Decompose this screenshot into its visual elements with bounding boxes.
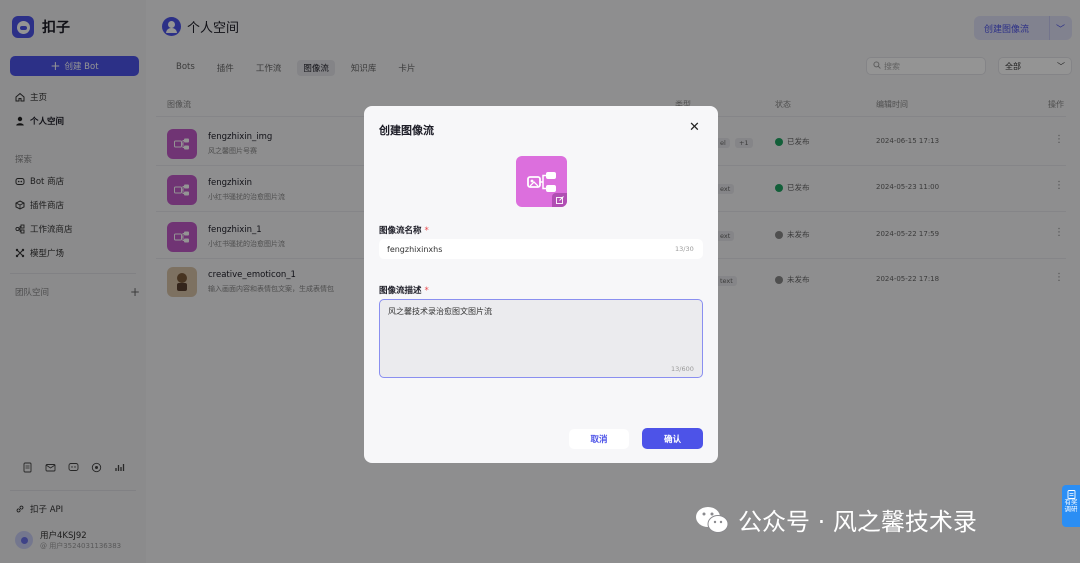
wechat-icon bbox=[696, 506, 729, 533]
create-imageflow-dialog: 创建图像流 ✕ 图像流名称 * 13/30 图像流描述 * 风之馨技术录治愈图文… bbox=[364, 106, 718, 463]
wechat-watermark: 公众号 · 风之馨技术录 bbox=[694, 502, 977, 537]
close-icon[interactable]: ✕ bbox=[689, 120, 700, 135]
desc-field-label: 图像流描述 * bbox=[379, 284, 429, 296]
confirm-button[interactable]: 确认 bbox=[642, 428, 703, 449]
edit-icon[interactable] bbox=[552, 193, 567, 207]
imageflow-name-input[interactable] bbox=[379, 239, 703, 259]
watermark-text: 公众号 · 风之馨技术录 bbox=[738, 508, 977, 536]
imageflow-description-textarea[interactable]: 风之馨技术录治愈图文图片流 bbox=[379, 299, 703, 378]
imageflow-icon bbox=[526, 171, 556, 192]
name-char-count: 13/30 bbox=[675, 245, 694, 253]
cancel-button[interactable]: 取消 bbox=[569, 429, 629, 449]
survey-widget[interactable]: 有奖 调研 bbox=[1062, 485, 1080, 527]
required-mark: * bbox=[424, 226, 429, 236]
desc-label-text: 图像流描述 bbox=[379, 286, 422, 296]
name-field-label: 图像流名称 * bbox=[379, 224, 429, 236]
imageflow-avatar-upload[interactable] bbox=[516, 156, 567, 207]
dialog-title: 创建图像流 bbox=[379, 124, 434, 137]
desc-char-count: 13/600 bbox=[671, 365, 694, 373]
required-mark: * bbox=[424, 286, 429, 296]
name-label-text: 图像流名称 bbox=[379, 226, 422, 236]
survey-label-2: 调研 bbox=[1064, 505, 1078, 514]
